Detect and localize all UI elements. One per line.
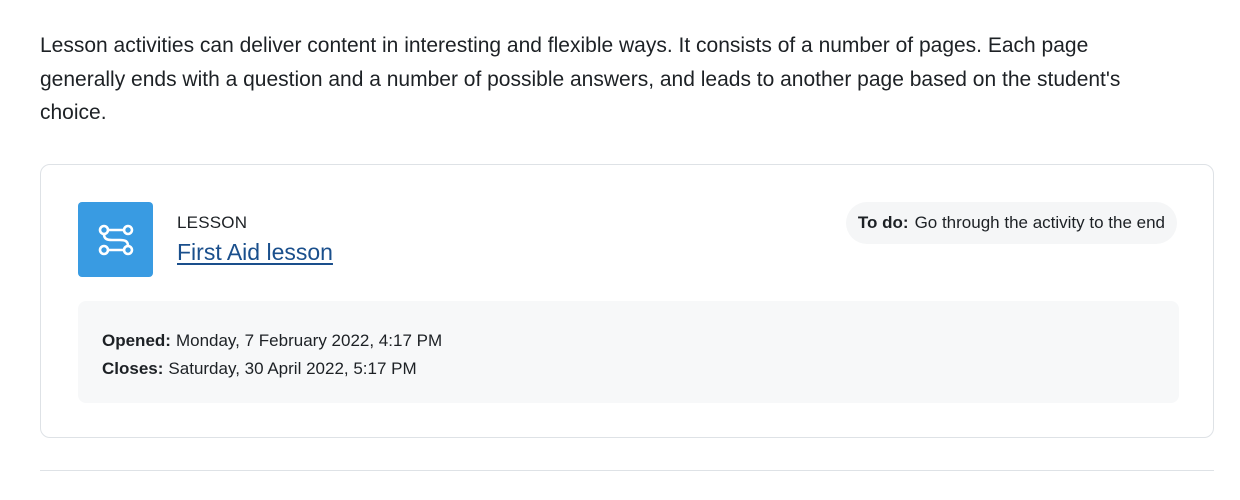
- lesson-route-icon[interactable]: [78, 202, 153, 277]
- activity-type-label: LESSON: [177, 213, 248, 232]
- activity-name-link[interactable]: First Aid lesson: [177, 239, 333, 266]
- todo-label: To do:: [857, 213, 909, 232]
- opened-date-row: Opened: Monday, 7 February 2022, 4:17 PM: [102, 327, 1155, 355]
- section-divider: [40, 470, 1214, 471]
- closes-date-row: Closes: Saturday, 30 April 2022, 5:17 PM: [102, 355, 1155, 383]
- course-section: Lesson activities can deliver content in…: [0, 0, 1240, 500]
- opened-label: Opened:: [102, 331, 171, 350]
- closes-label: Closes:: [102, 359, 164, 378]
- activity-dates: Opened: Monday, 7 February 2022, 4:17 PM …: [78, 301, 1179, 403]
- completion-requirement-badge: To do: Go through the activity to the en…: [845, 202, 1177, 244]
- todo-text: Go through the activity to the end: [914, 213, 1165, 232]
- activity-card: LESSON First Aid lesson To do: Go throug…: [40, 164, 1214, 438]
- closes-value: Saturday, 30 April 2022, 5:17 PM: [168, 359, 417, 378]
- opened-value: Monday, 7 February 2022, 4:17 PM: [175, 331, 443, 350]
- section-summary: Lesson activities can deliver content in…: [40, 34, 1121, 124]
